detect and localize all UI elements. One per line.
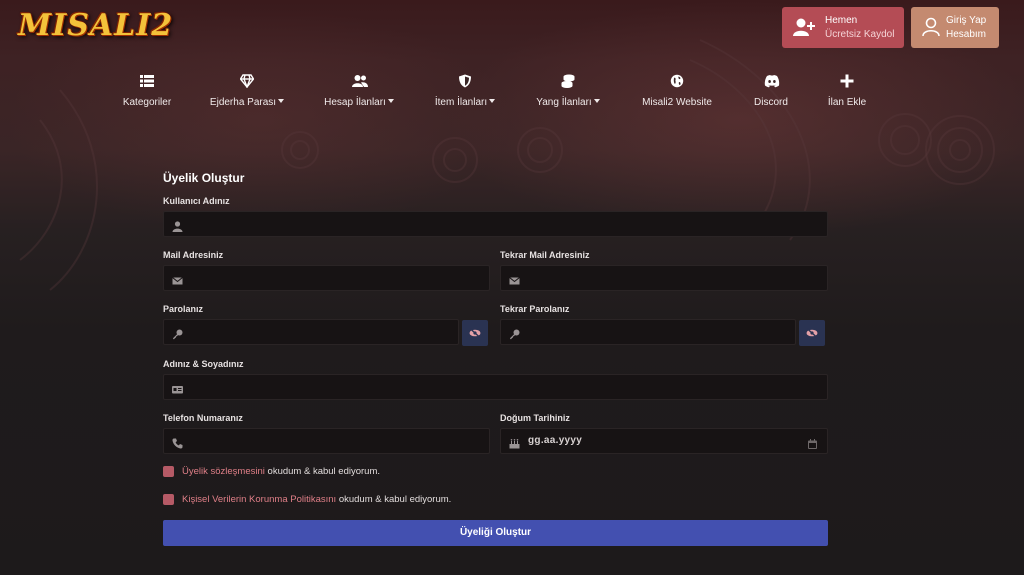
main-nav: Kategoriler Ejderha Parası Hesap İlanlar…	[0, 72, 1024, 112]
caret-down-icon	[593, 99, 600, 103]
agreement-link[interactable]: Üyelik sözleşmesini	[182, 466, 265, 477]
nav-label: İtem İlanları	[434, 97, 488, 108]
register-button[interactable]: Hemen Ücretsiz Kaydol	[782, 7, 904, 48]
phone-field[interactable]	[163, 428, 490, 454]
discord-icon	[764, 74, 780, 88]
nav-label: Kategoriler	[122, 97, 172, 108]
email-field[interactable]	[163, 265, 490, 291]
nav-item-ilan-ekle[interactable]: İlan Ekle	[824, 72, 870, 112]
privacy-text: okudum & kabul ediyorum.	[336, 494, 452, 505]
nav-label: Hesap İlanları	[324, 97, 386, 108]
agreement-label: Üyelik sözleşmesini okudum & kabul ediyo…	[182, 466, 380, 477]
login-line1: Giriş Yap	[946, 15, 987, 26]
fullname-label: Adınız & Soyadınız	[163, 359, 244, 369]
username-input[interactable]	[190, 212, 823, 236]
calendar-icon[interactable]	[808, 436, 817, 454]
register-line2: Ücretsiz Kaydol	[825, 29, 895, 40]
nav-label: Misali2 Website	[642, 97, 712, 108]
login-line2: Hesabım	[946, 29, 987, 40]
logo-text: MISALI2	[18, 8, 174, 43]
email-label: Mail Adresiniz	[163, 250, 224, 260]
caret-down-icon	[489, 99, 496, 103]
shield-icon	[458, 74, 472, 88]
privacy-link[interactable]: Kişisel Verilerin Korunma Politikasını	[182, 494, 336, 505]
password-label: Parolanız	[163, 304, 204, 314]
username-field[interactable]	[163, 211, 828, 237]
fullname-field[interactable]	[163, 374, 828, 400]
toggle-password-repeat-visibility-button[interactable]	[799, 320, 825, 346]
list-icon	[140, 74, 154, 88]
diamond-icon	[239, 74, 255, 89]
id-card-icon	[172, 382, 183, 394]
user-plus-icon	[792, 17, 816, 42]
nav-item-item-ilanlari[interactable]: İtem İlanları	[428, 72, 502, 112]
key-icon	[509, 327, 520, 340]
nav-label: Ejderha Parası	[209, 97, 277, 108]
nav-label: Discord	[754, 97, 788, 108]
users-icon	[352, 74, 368, 88]
site-logo[interactable]: MISALI2	[14, 2, 172, 48]
user-icon	[172, 219, 183, 232]
create-account-button[interactable]: Üyeliği Oluştur	[163, 520, 828, 546]
nav-item-hesap-ilanlari[interactable]: Hesap İlanları	[318, 72, 400, 112]
nav-label: Yang İlanları	[536, 97, 592, 108]
birthdate-placeholder: gg.aa.yyyy	[528, 435, 583, 446]
email-repeat-input[interactable]	[527, 266, 823, 290]
password-repeat-field[interactable]	[500, 319, 796, 345]
globe-icon	[670, 74, 684, 88]
caret-down-icon	[387, 99, 394, 103]
password-field[interactable]	[163, 319, 459, 345]
email-repeat-field[interactable]	[500, 265, 828, 291]
nav-item-categories[interactable]: Kategoriler	[117, 72, 177, 112]
nav-item-yang-ilanlari[interactable]: Yang İlanları	[530, 72, 606, 112]
caret-down-icon	[278, 99, 285, 103]
user-icon	[921, 17, 941, 42]
plus-icon	[840, 74, 854, 88]
nav-item-ejderha-parasi[interactable]: Ejderha Parası	[205, 72, 289, 112]
login-button[interactable]: Giriş Yap Hesabım	[911, 7, 999, 48]
toggle-password-visibility-button[interactable]	[462, 320, 488, 346]
coins-icon	[561, 74, 575, 88]
password-input[interactable]	[190, 320, 454, 344]
password-repeat-label: Tekrar Parolanız	[500, 304, 570, 314]
email-input[interactable]	[190, 266, 485, 290]
form-title: Üyelik Oluştur	[163, 171, 245, 185]
nav-label: İlan Ekle	[827, 97, 867, 108]
username-label: Kullanıcı Adınız	[163, 196, 230, 206]
register-line1: Hemen	[825, 15, 858, 26]
nav-item-discord[interactable]: Discord	[748, 72, 794, 112]
phone-input[interactable]	[190, 429, 485, 453]
nav-item-misali2-website[interactable]: Misali2 Website	[638, 72, 716, 112]
phone-label: Telefon Numaranız	[163, 413, 243, 423]
key-icon	[172, 327, 183, 340]
privacy-label: Kişisel Verilerin Korunma Politikasını o…	[182, 494, 451, 505]
envelope-icon	[172, 273, 183, 285]
birthday-cake-icon	[509, 436, 520, 449]
agreement-text: okudum & kabul ediyorum.	[264, 466, 381, 477]
agreement-checkbox[interactable]	[163, 466, 174, 477]
phone-icon	[172, 436, 183, 449]
password-repeat-input[interactable]	[527, 320, 791, 344]
envelope-icon	[509, 273, 520, 285]
privacy-checkbox[interactable]	[163, 494, 174, 505]
fullname-input[interactable]	[190, 375, 823, 399]
birthdate-field[interactable]: gg.aa.yyyy	[500, 428, 828, 454]
email-repeat-label: Tekrar Mail Adresiniz	[500, 250, 590, 260]
birthdate-label: Doğum Tarihiniz	[500, 413, 570, 423]
